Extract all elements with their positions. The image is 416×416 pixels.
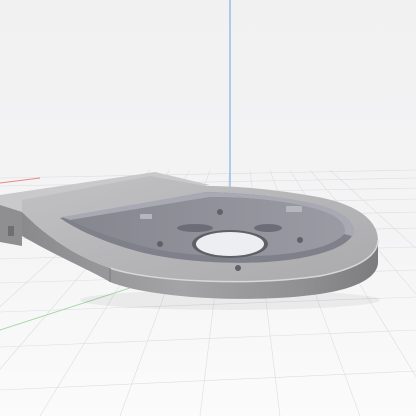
- 3d-viewport[interactable]: [0, 0, 416, 416]
- boss-feature: [140, 214, 152, 219]
- mount-hole: [235, 265, 241, 271]
- slot-feature: [177, 224, 213, 232]
- plate-bracket: [0, 205, 22, 246]
- slot-feature: [254, 224, 282, 232]
- center-hole: [196, 232, 264, 256]
- mount-hole: [217, 209, 223, 215]
- boss-feature: [286, 206, 302, 212]
- bracket-slot: [8, 226, 14, 236]
- viewport-canvas[interactable]: [0, 0, 416, 416]
- mount-hole: [157, 241, 163, 247]
- mount-hole: [297, 237, 303, 243]
